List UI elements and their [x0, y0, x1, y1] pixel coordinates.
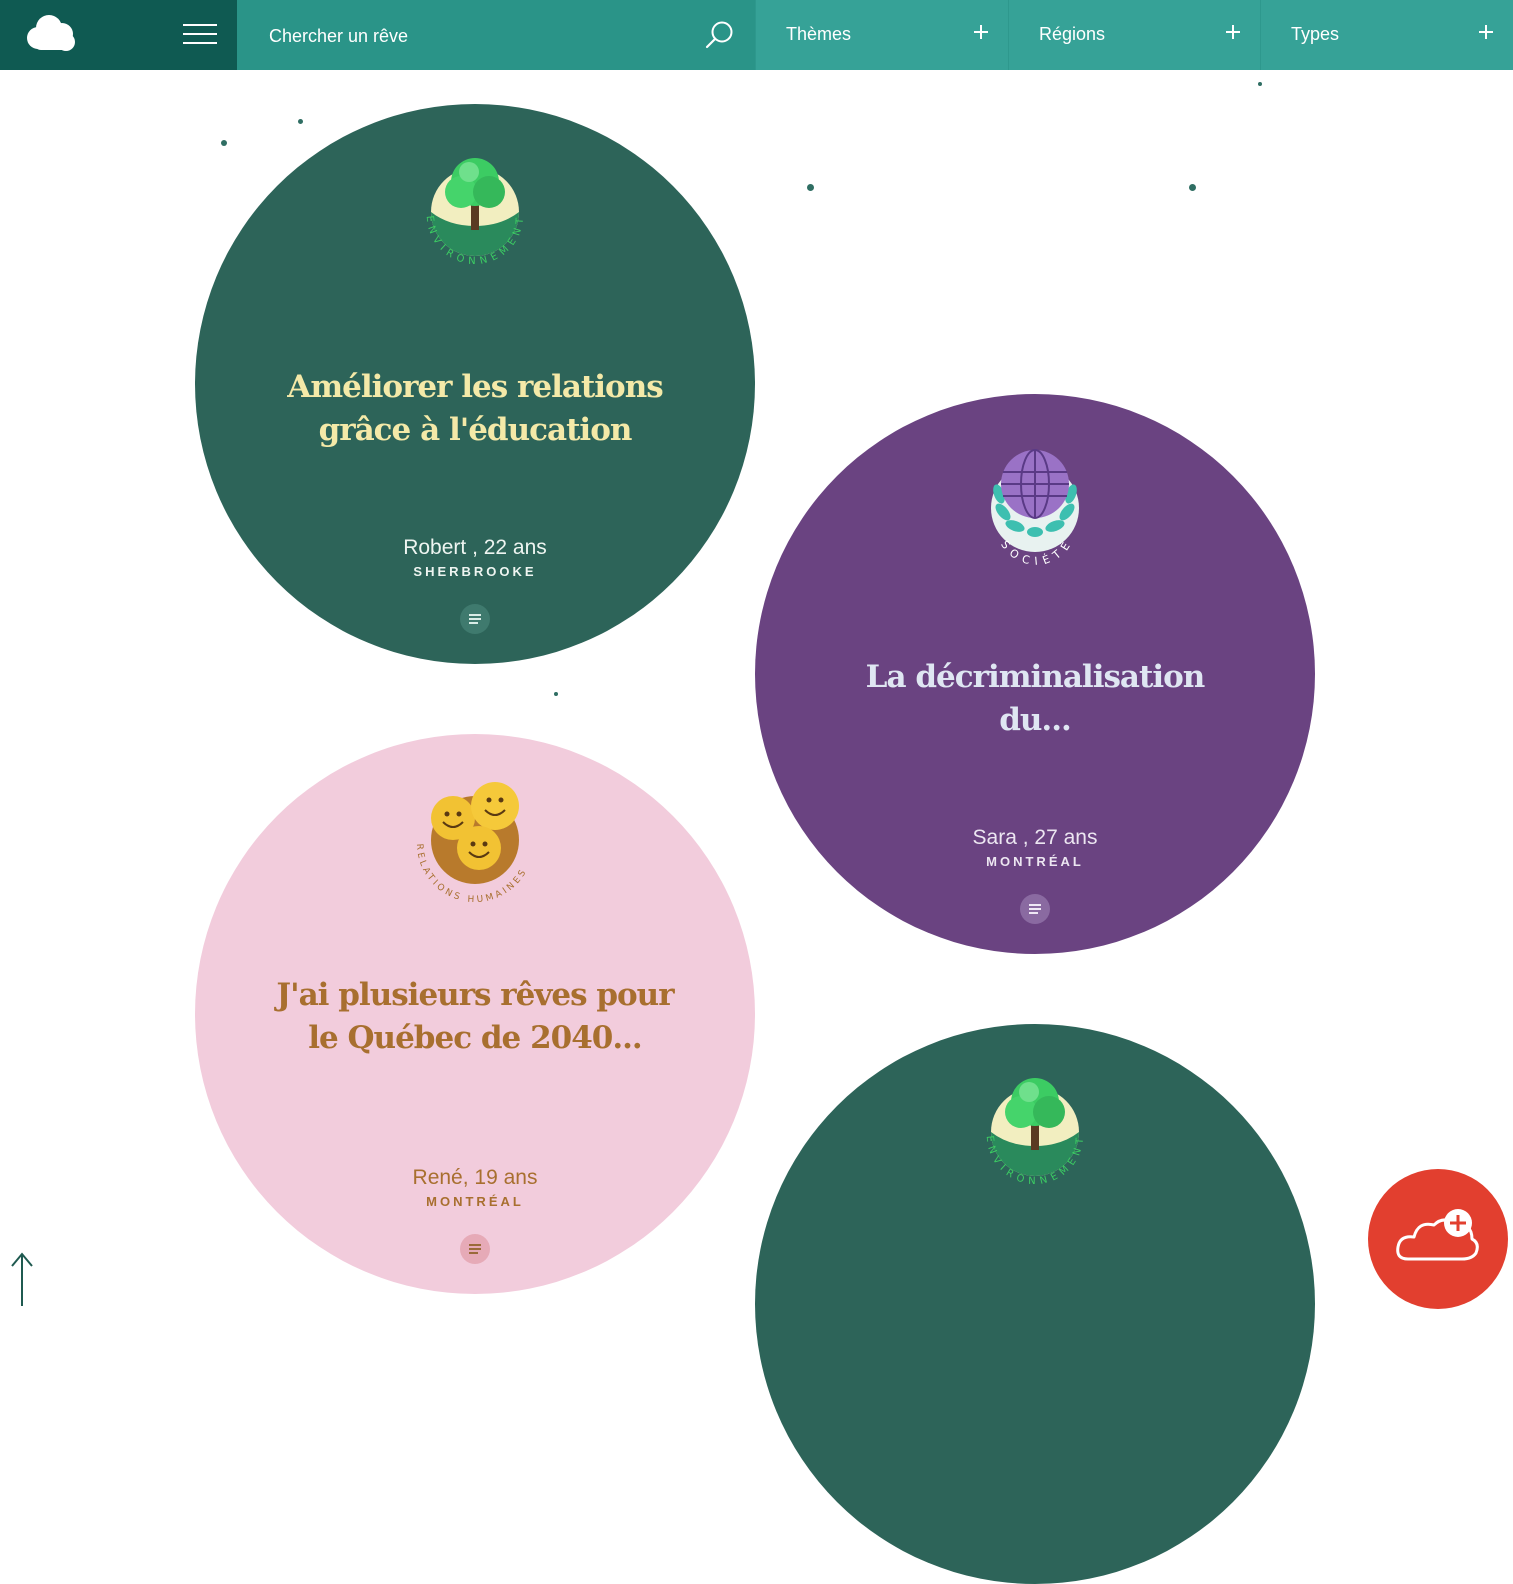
filter-types-label: Types: [1291, 24, 1340, 44]
filter-themes-label: Thèmes: [786, 24, 852, 44]
search-icon[interactable]: [705, 20, 735, 50]
filter-regions[interactable]: Régions: [1008, 0, 1260, 70]
cloud-plus-icon: [1396, 1209, 1479, 1261]
filter-regions-label: Régions: [1039, 24, 1106, 44]
dream-author: Robert , 22 ans: [403, 536, 547, 559]
environment-theme-icon: ENVIRONNEMENT: [424, 158, 521, 267]
decorative-dot: [807, 184, 814, 191]
dream-author: Sara , 27 ans: [972, 826, 1098, 849]
society-globe-icon: SOCIÉTÉ: [991, 449, 1079, 568]
search-input[interactable]: [267, 0, 691, 72]
dream-author: René, 19 ans: [412, 1166, 538, 1189]
dream-card[interactable]: ENVIRONNEMENT: [755, 1024, 1315, 1584]
dream-card[interactable]: RELATIONS HUMAINES J'ai plusieurs rêves …: [195, 734, 755, 1294]
cloud-logo-icon[interactable]: [22, 12, 78, 56]
decorative-dot: [1189, 184, 1196, 191]
brand-area: [0, 0, 237, 70]
read-more-icon[interactable]: [1020, 894, 1050, 924]
plus-icon: [1479, 25, 1493, 39]
search-bar: [237, 0, 755, 72]
top-navigation-bar: Thèmes Régions Types: [0, 0, 1513, 72]
arrow-up-icon[interactable]: [10, 1250, 34, 1308]
read-more-icon[interactable]: [460, 604, 490, 634]
human-relations-smiley-icon: RELATIONS HUMAINES: [414, 782, 527, 905]
dream-city: MONTRÉAL: [426, 1194, 524, 1209]
dream-card[interactable]: SOCIÉTÉ La décriminalisation du... Sara …: [755, 394, 1315, 954]
dream-city: SHERBROOKE: [413, 564, 537, 579]
dream-title: La décriminalisation du...: [865, 659, 1206, 738]
environment-theme-icon: ENVIRONNEMENT: [984, 1078, 1081, 1187]
filter-themes[interactable]: Thèmes: [755, 0, 1008, 70]
dream-title: J'ai plusieurs rêves pour le Québec de 2…: [276, 977, 674, 1056]
plus-icon: [1226, 25, 1240, 39]
hamburger-menu-icon[interactable]: [183, 24, 219, 46]
dream-city: MONTRÉAL: [986, 854, 1084, 869]
dream-card[interactable]: ENVIRONNEMENT Améliorer les relations gr…: [195, 104, 755, 664]
decorative-dot: [221, 140, 227, 146]
add-dream-button[interactable]: [1368, 1169, 1508, 1309]
dream-title: Améliorer les relations grâce à l'éducat…: [287, 369, 663, 448]
filter-types[interactable]: Types: [1260, 0, 1513, 70]
read-more-icon[interactable]: [460, 1234, 490, 1264]
plus-icon: [974, 25, 988, 39]
decorative-dot: [1258, 82, 1262, 86]
decorative-dot: [554, 692, 558, 696]
decorative-dot: [298, 119, 303, 124]
